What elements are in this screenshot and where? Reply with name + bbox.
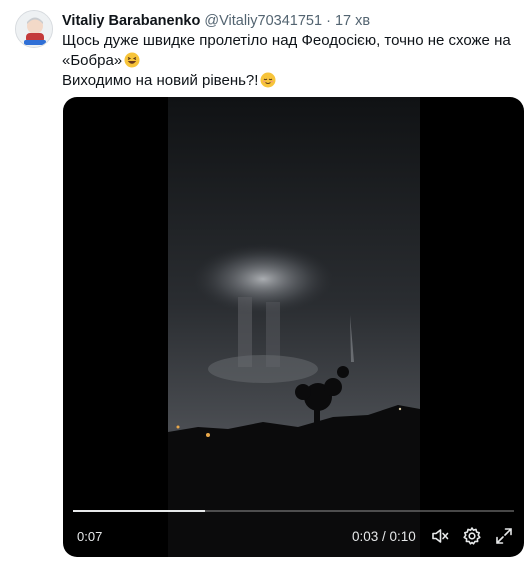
tweet-text-line-3-text: Виходимо на новий рівень?! <box>62 72 259 89</box>
grinning-squinting-face-icon <box>124 52 140 68</box>
tweet-text-line-2: «Бобра» <box>62 51 502 71</box>
video-progress-bar[interactable] <box>73 510 514 512</box>
video-elapsed-label: 0:07 <box>77 529 103 544</box>
author-name[interactable]: Vitaliy Barabanenko <box>62 13 200 29</box>
mute-icon[interactable] <box>430 526 450 546</box>
relieved-face-icon <box>260 72 276 88</box>
tweet-text-line-2-text: «Бобра» <box>62 52 123 69</box>
tweet-text-line-3: Виходимо на новий рівень?! <box>62 71 502 91</box>
video-frame <box>168 97 420 557</box>
tweet-header: Vitaliy Barabanenko @Vitaliy70341751 · 1… <box>62 11 370 31</box>
tweet: Vitaliy Barabanenko @Vitaliy70341751 · 1… <box>0 0 527 563</box>
header-separator: · <box>326 13 331 29</box>
author-avatar[interactable] <box>15 10 53 48</box>
author-handle[interactable]: @Vitaliy70341751 <box>204 13 322 29</box>
video-time-counter: 0:03 / 0:10 <box>352 529 416 544</box>
tweet-timestamp[interactable]: 17 хв <box>335 13 370 29</box>
settings-gear-icon[interactable] <box>462 526 482 546</box>
video-progress-fill <box>73 510 206 512</box>
tweet-text: Щось дуже швидке пролетіло над Феодосією… <box>62 31 511 91</box>
video-player[interactable]: 0:07 0:03 / 0:10 <box>63 97 524 557</box>
tweet-text-line-1: Щось дуже швидке пролетіло над Феодосією… <box>62 32 511 49</box>
fullscreen-icon[interactable] <box>494 526 514 546</box>
